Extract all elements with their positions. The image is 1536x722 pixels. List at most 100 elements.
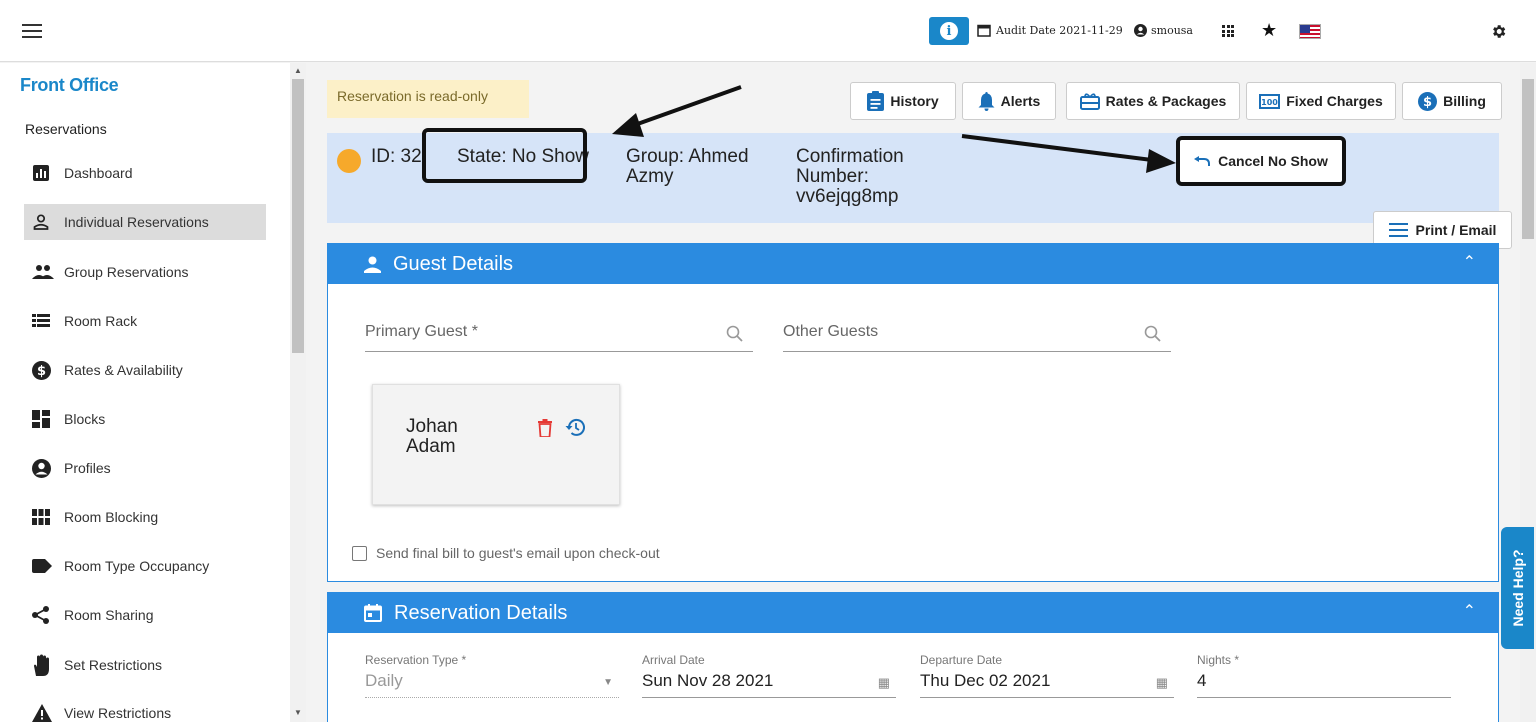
dropdown-arrow-icon[interactable]: ▼ [603,677,613,688]
sidebar-item-room-blocking[interactable]: Room Blocking [24,499,266,535]
calendar-icon[interactable]: ▦ [878,675,890,691]
billing-label: Billing [1443,93,1486,109]
reservation-type-select[interactable]: Reservation Type * Daily ▼ [365,653,619,701]
reservation-group: Group: Ahmed Azmy [626,147,749,187]
departure-date-field[interactable]: Departure Date Thu Dec 02 2021 ▦ [920,653,1174,701]
cancel-no-show-button[interactable]: Cancel No Show [1176,136,1346,186]
sidebar-item-label: Individual Reservations [64,214,209,230]
readonly-notice: Reservation is read-only [327,80,529,118]
hundred-icon: 100 [1259,93,1281,109]
rates-packages-label: Rates & Packages [1105,93,1227,109]
checkbox-box[interactable] [352,545,367,561]
history-label: History [890,93,939,109]
alerts-button[interactable]: Alerts [962,82,1056,120]
confirmation-line: Number: [796,166,869,187]
alerts-label: Alerts [1000,93,1041,109]
guest-last-name: Adam [406,436,456,457]
nights-field[interactable]: Nights * 4 [1197,653,1451,701]
apps-grid-icon[interactable] [1222,25,1234,37]
primary-guest-input[interactable]: Primary Guest * [365,323,753,352]
billing-button[interactable]: $ Billing [1402,82,1502,120]
sidebar-item-group-reservations[interactable]: Group Reservations [24,254,266,290]
history-button[interactable]: History [850,82,956,120]
username: smousa [1151,24,1193,37]
chevron-up-icon[interactable]: ⌃ [1463,252,1476,272]
audit-date-label: Audit Date 2021-11-29 [996,23,1123,37]
main-content: Reservation is read-only History Alerts … [306,63,1520,722]
sidebar-item-label: Room Rack [64,313,138,329]
grid-icon [24,509,64,525]
cancel-no-show-label: Cancel No Show [1218,153,1328,169]
group-line: Group: Ahmed [626,146,749,167]
confirmation-line: Confirmation [796,146,904,167]
us-flag-icon[interactable] [1299,24,1321,39]
sidebar-item-rates-availability[interactable]: $ Rates & Availability [24,352,266,388]
reservation-details-header[interactable]: Reservation Details ⌃ [328,593,1498,633]
nights-value: 4 [1197,671,1207,690]
arrival-date-field[interactable]: Arrival Date Sun Nov 28 2021 ▦ [642,653,896,701]
delete-icon[interactable] [538,419,552,437]
departure-date-value: Thu Dec 02 2021 [920,671,1051,690]
chevron-up-icon[interactable]: ⌃ [1463,601,1476,621]
departure-date-label: Departure Date [920,653,1003,667]
sidebar-item-profiles[interactable]: Profiles [24,450,266,486]
sidebar-item-label: Blocks [64,411,106,427]
history-icon[interactable] [565,418,585,437]
scroll-up-icon[interactable]: ▲ [294,66,302,75]
user-menu[interactable]: smousa [1134,24,1193,37]
scrollbar-thumb[interactable] [1522,79,1534,239]
sidebar-item-room-type-occupancy[interactable]: Room Type Occupancy [24,548,266,584]
sidebar-item-label: Room Sharing [64,607,154,623]
primary-guest-placeholder: Primary Guest * [365,323,478,340]
warning-icon [24,704,64,722]
star-icon[interactable]: ★ [1261,20,1277,41]
info-button[interactable]: i [929,17,969,45]
rates-packages-button[interactable]: Rates & Packages [1066,82,1240,120]
guest-details-header[interactable]: Guest Details ⌃ [328,244,1498,284]
scroll-down-icon[interactable]: ▼ [294,708,302,717]
sidebar-item-room-rack[interactable]: Room Rack [24,303,266,339]
sidebar-item-label: Set Restrictions [64,657,163,673]
guest-details-panel: Guest Details ⌃ Primary Guest * Other Gu… [327,243,1499,582]
sidebar-item-label: Rates & Availability [64,362,183,378]
account-icon [1134,24,1147,37]
person-icon [364,256,381,273]
search-icon[interactable] [1144,325,1161,342]
list-icon [24,313,64,329]
svg-text:$: $ [37,364,46,379]
hand-icon [24,654,64,676]
other-guests-input[interactable]: Other Guests [783,323,1171,352]
status-dot [337,149,361,173]
search-icon[interactable] [726,325,743,342]
svg-text:100: 100 [1261,98,1278,107]
sidebar-scrollbar[interactable]: ▲ ▼ [290,63,306,722]
send-bill-label: Send final bill to guest's email upon ch… [376,545,660,561]
print-email-label: Print / Email [1415,222,1497,238]
fixed-charges-button[interactable]: 100 Fixed Charges [1246,82,1396,120]
sidebar-item-dashboard[interactable]: Dashboard [24,155,266,191]
svg-text:$: $ [1423,95,1432,110]
sidebar-item-label: Room Blocking [64,509,159,525]
reservation-id: ID: 32 [371,146,422,167]
gear-icon[interactable] [1490,23,1507,40]
sidebar-title[interactable]: Front Office [20,75,119,96]
sidebar-item-individual-reservations[interactable]: Individual Reservations [24,204,266,240]
state-highlight-box [422,128,587,183]
dashboard-icon [24,164,64,182]
sidebar-item-blocks[interactable]: Blocks [24,401,266,437]
guest-card[interactable]: Johan Adam [372,384,620,505]
scrollbar-thumb[interactable] [292,79,304,353]
audit-date[interactable]: Audit Date 2021-11-29 [977,23,1123,37]
sidebar-item-view-restrictions[interactable]: View Restrictions [24,695,266,722]
menu-icon[interactable] [22,24,42,40]
sidebar-item-room-sharing[interactable]: Room Sharing [24,597,266,633]
calendar-icon[interactable]: ▦ [1156,675,1168,691]
share-icon [24,606,64,624]
sidebar-item-set-restrictions[interactable]: Set Restrictions [24,647,266,683]
other-guests-placeholder: Other Guests [783,323,879,340]
group-icon [24,264,64,280]
group-line: Azmy [626,166,674,187]
send-bill-checkbox[interactable]: Send final bill to guest's email upon ch… [352,545,660,561]
need-help-label: Need Help? [1509,549,1526,627]
need-help-button[interactable]: Need Help? [1501,527,1534,649]
